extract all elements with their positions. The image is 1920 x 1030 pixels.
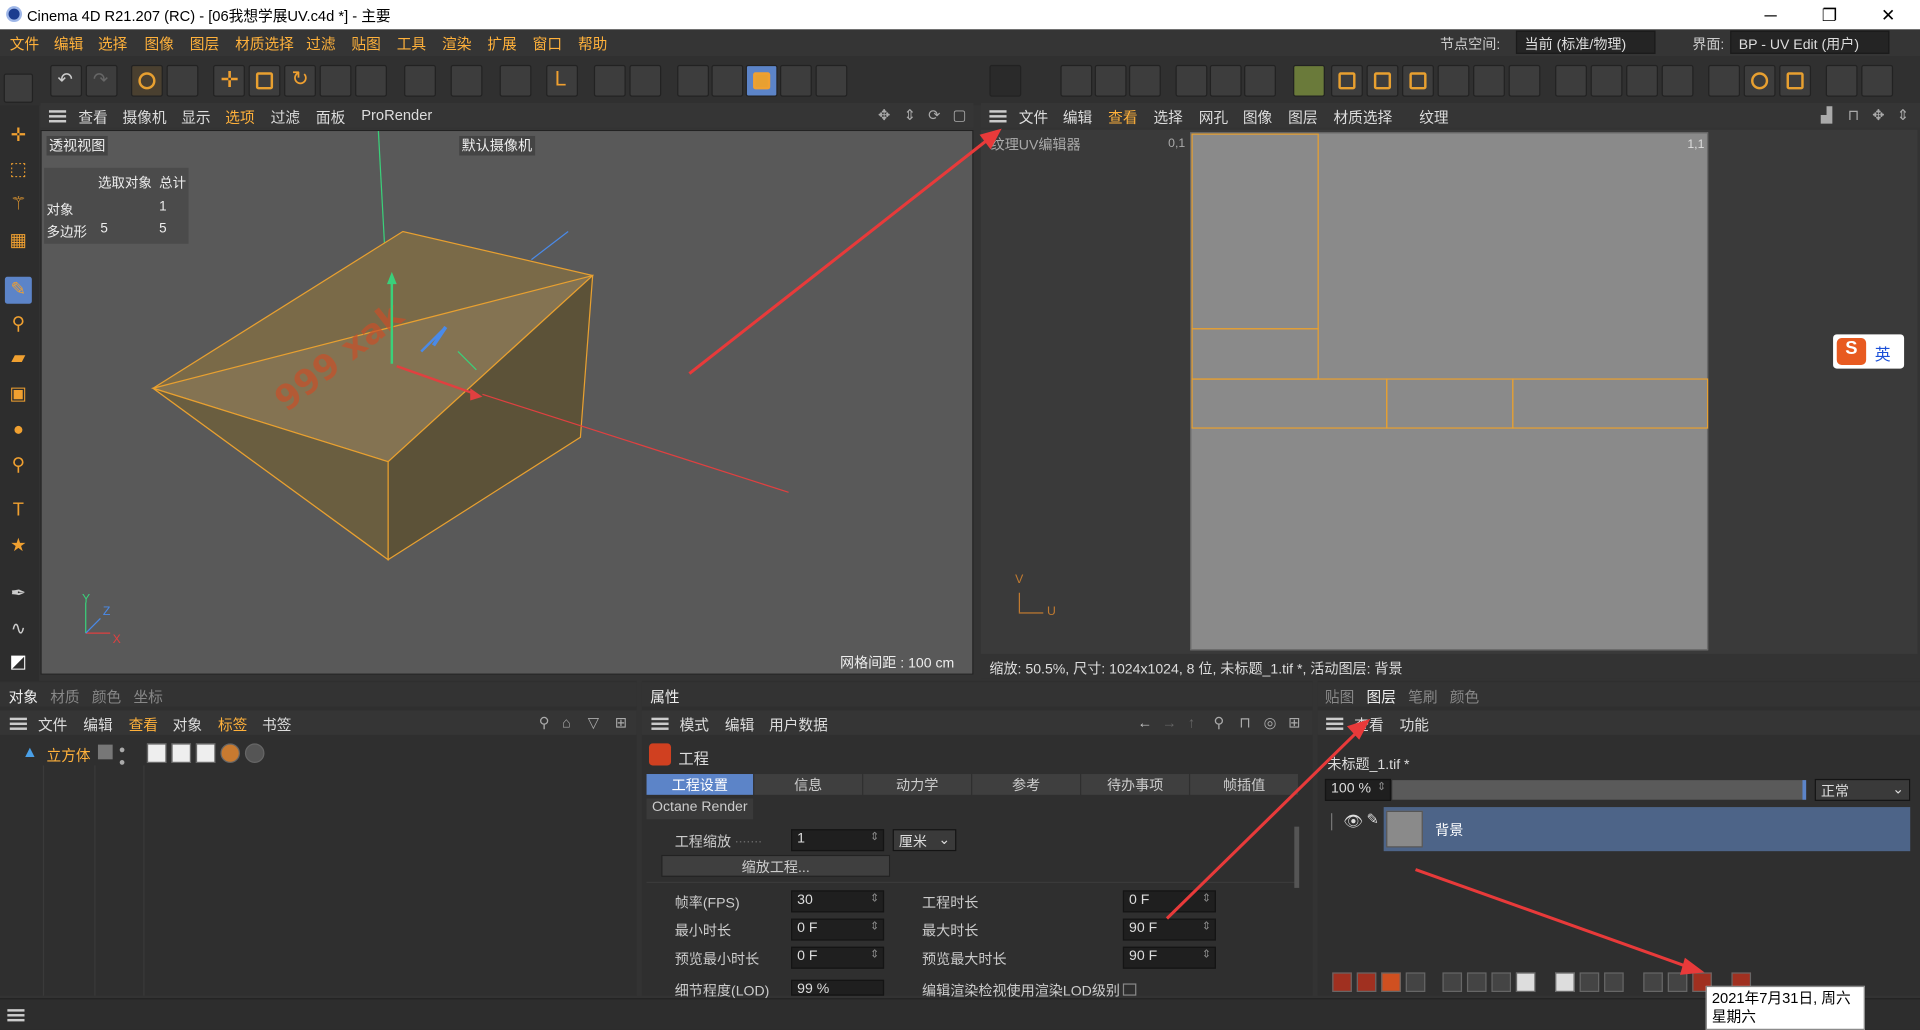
arrow-to-layer-button bbox=[1415, 868, 1691, 969]
arrow-to-layers-view bbox=[1165, 728, 1361, 920]
annotation-arrows bbox=[688, 128, 1705, 975]
app-root: Cinema 4D R21.207 (RC) - [06我想学展UV.c4d *… bbox=[0, 0, 1920, 1030]
arrow-to-uv-editor bbox=[688, 137, 991, 375]
